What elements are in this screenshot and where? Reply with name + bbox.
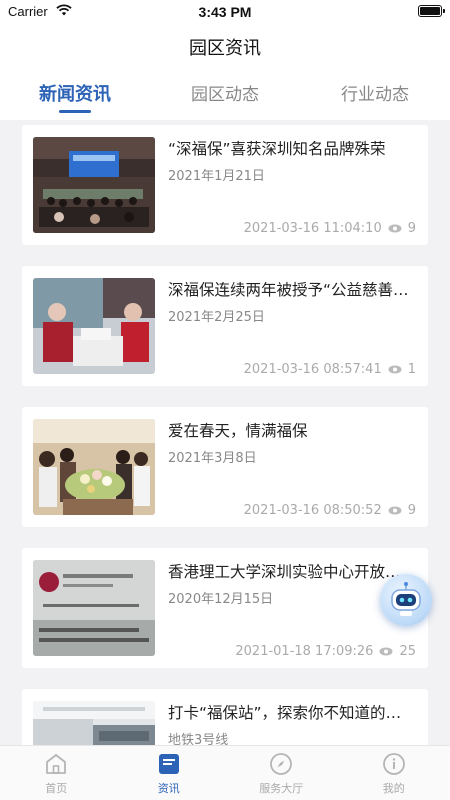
bottom-tab-bar: 首页 资讯 服务大厅 我的: [0, 745, 450, 800]
news-icon: [158, 754, 179, 774]
tabbar-label: 我的: [382, 782, 405, 795]
tab-park-updates[interactable]: 园区动态: [150, 80, 300, 105]
tabbar-item-service-hall[interactable]: 服务大厅: [225, 752, 338, 796]
tabbar-item-news[interactable]: 资讯: [113, 752, 226, 796]
tab-news[interactable]: 新闻资讯: [0, 80, 150, 106]
news-title: 深福保连续两年被授予“公益慈善单位”: [168, 281, 416, 299]
profile-icon: [382, 753, 405, 775]
flowers-photo-icon: [33, 419, 155, 515]
tabbar-label: 服务大厅: [259, 782, 304, 795]
news-meta: 2021-03-16 11:04:10 9: [244, 221, 416, 236]
news-title: 香港理工大学深圳实验中心开放日活动: [168, 563, 416, 581]
news-meta: 2021-03-16 08:57:41 1: [244, 362, 416, 377]
robot-icon: [391, 582, 421, 616]
status-bar: Carrier 3:43 PM: [0, 0, 450, 24]
news-meta: 2021-01-18 17:09:26 25: [235, 644, 416, 659]
publish-timestamp: 2021-03-16 08:50:52: [243, 503, 382, 518]
tab-industry-updates[interactable]: 行业动态: [300, 80, 450, 105]
news-card[interactable]: 香港理工大学深圳实验中心开放日活动 2020年12月15日 2021-01-18…: [22, 548, 428, 668]
compass-icon: [270, 753, 293, 775]
tabbar-label: 首页: [45, 782, 68, 795]
view-count: 1: [407, 362, 416, 377]
lab-sign-photo-icon: [33, 560, 155, 656]
news-card[interactable]: “深福保”喜获深圳知名品牌殊荣 2021年1月21日 2021-03-16 11…: [22, 125, 428, 245]
view-count-icon: [379, 647, 393, 656]
clock: 3:43 PM: [198, 4, 252, 20]
news-date: 2021年2月25日: [168, 310, 265, 325]
news-meta: 2021-03-16 08:50:52 9: [244, 503, 416, 518]
battery-icon: [418, 5, 445, 17]
publish-timestamp: 2021-03-16 08:57:41: [243, 362, 382, 377]
nav-bar: 园区资讯: [0, 24, 450, 68]
view-count-icon: [388, 506, 402, 515]
news-card[interactable]: 深福保连续两年被授予“公益慈善单位” 2021年2月25日 2021-03-16…: [22, 266, 428, 386]
assistant-robot-button[interactable]: [380, 574, 432, 626]
metro-photo-icon: [33, 701, 155, 745]
news-title: 爱在春天，情满福保: [168, 422, 308, 440]
publish-timestamp: 2021-01-18 17:09:26: [235, 644, 374, 659]
charity-photo-icon: [33, 278, 155, 374]
home-icon: [46, 754, 67, 774]
category-tabs: 新闻资讯 园区动态 行业动态: [0, 68, 450, 120]
tabbar-item-profile[interactable]: 我的: [338, 752, 450, 796]
news-subtitle: 地铁3号线: [168, 733, 229, 745]
view-count: 9: [407, 503, 416, 518]
news-card[interactable]: 打卡“福保站”，探索你不知道的地铁站 地铁3号线: [22, 689, 428, 745]
news-feed[interactable]: “深福保”喜获深圳知名品牌殊荣 2021年1月21日 2021-03-16 11…: [0, 120, 450, 745]
conference-photo-icon: [33, 137, 155, 233]
tabbar-item-home[interactable]: 首页: [0, 752, 113, 796]
view-count: 9: [407, 221, 416, 236]
view-count-icon: [388, 365, 402, 374]
active-tab-indicator: [59, 110, 91, 113]
news-date: 2021年3月8日: [168, 451, 257, 466]
view-count-icon: [388, 224, 402, 233]
news-date: 2021年1月21日: [168, 169, 265, 184]
news-card[interactable]: 爱在春天，情满福保 2021年3月8日 2021-03-16 08:50:52 …: [22, 407, 428, 527]
news-date: 2020年12月15日: [168, 592, 274, 607]
tabbar-label: 资讯: [157, 782, 180, 795]
publish-timestamp: 2021-03-16 11:04:10: [243, 221, 382, 236]
view-count: 25: [399, 644, 416, 659]
news-title: 打卡“福保站”，探索你不知道的地铁站: [168, 704, 416, 722]
news-title: “深福保”喜获深圳知名品牌殊荣: [168, 140, 386, 158]
page-title: 园区资讯: [189, 38, 261, 59]
